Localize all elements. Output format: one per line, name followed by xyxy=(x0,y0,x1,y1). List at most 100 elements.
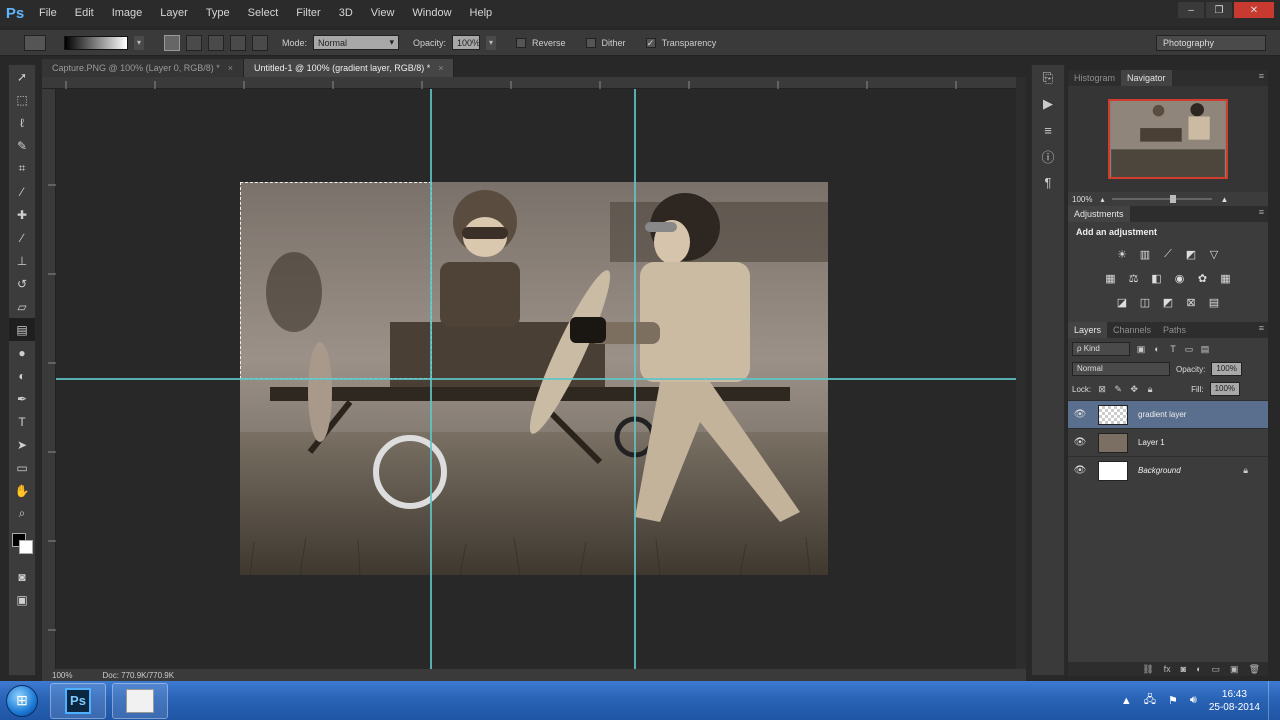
new-adjustment-icon[interactable]: ◐ xyxy=(1196,664,1201,674)
channel-mixer-icon[interactable]: ✿ xyxy=(1196,271,1210,285)
lock-image-icon[interactable]: ✎ xyxy=(1113,384,1123,394)
panel-menu-icon[interactable]: ≡ xyxy=(1259,207,1264,217)
angle-gradient-button[interactable] xyxy=(208,34,224,51)
black-white-icon[interactable]: ◧ xyxy=(1150,271,1164,285)
eye-icon[interactable]: 👁︎ xyxy=(1068,409,1092,420)
tab-channels[interactable]: Channels xyxy=(1107,322,1157,338)
reflected-gradient-button[interactable] xyxy=(230,34,246,51)
panel-menu-icon[interactable]: ≡ xyxy=(1259,323,1264,333)
clock[interactable]: 16:43 25-08-2014 xyxy=(1209,688,1260,714)
gradient-tool-icon[interactable]: ▤ xyxy=(9,318,35,341)
zoom-slider[interactable] xyxy=(1112,195,1213,203)
navigator-zoom-value[interactable]: 100% xyxy=(1072,195,1092,204)
menu-select[interactable]: Select xyxy=(239,0,288,26)
lock-position-icon[interactable]: ✥ xyxy=(1129,384,1139,394)
restore-button[interactable]: ❐ xyxy=(1206,2,1232,18)
gradient-preview[interactable] xyxy=(64,35,128,50)
clone-stamp-tool-icon[interactable]: ⊥ xyxy=(9,249,35,272)
dodge-tool-icon[interactable]: ◐ xyxy=(9,364,35,387)
menu-file[interactable]: File xyxy=(30,0,66,26)
curves-icon[interactable]: ⟋ xyxy=(1161,247,1175,261)
selective-color-icon[interactable]: ⊠ xyxy=(1184,295,1198,309)
diamond-gradient-button[interactable] xyxy=(252,34,268,51)
pen-tool-icon[interactable]: ✒ xyxy=(9,387,35,410)
info-panel-icon[interactable]: ⓘ xyxy=(1032,143,1064,169)
type-tool-icon[interactable]: T xyxy=(9,410,35,433)
tab-untitled[interactable]: Untitled-1 @ 100% (gradient layer, RGB/8… xyxy=(243,59,455,77)
tab-paths[interactable]: Paths xyxy=(1157,322,1192,338)
close-button[interactable]: ✕ xyxy=(1234,2,1274,18)
hand-tool-icon[interactable]: ✋ xyxy=(9,479,35,502)
brightness-contrast-icon[interactable]: ☀ xyxy=(1115,247,1129,261)
add-mask-icon[interactable]: ◙ xyxy=(1181,664,1186,674)
hue-saturation-icon[interactable]: ▦ xyxy=(1104,271,1118,285)
fx-icon[interactable]: fx xyxy=(1164,664,1171,674)
threshold-icon[interactable]: ◩ xyxy=(1161,295,1175,309)
photo-filter-icon[interactable]: ◉ xyxy=(1173,271,1187,285)
transparency-checkbox[interactable]: ✓ xyxy=(645,37,656,48)
opacity-field[interactable]: 100% xyxy=(1211,362,1242,376)
network-icon[interactable]: 🖧︎ xyxy=(1144,691,1156,710)
tab-layers[interactable]: Layers xyxy=(1068,322,1108,338)
close-icon[interactable]: × xyxy=(438,63,443,73)
fill-field[interactable]: 100% xyxy=(1209,382,1241,396)
shape-filter-icon[interactable]: ▭ xyxy=(1184,344,1194,354)
menu-3d[interactable]: 3D xyxy=(330,0,362,26)
zoom-out-icon[interactable]: ▴ xyxy=(1100,195,1104,204)
actions-panel-icon[interactable]: ▶ xyxy=(1032,91,1064,117)
menu-layer[interactable]: Layer xyxy=(151,0,197,26)
layer-row[interactable]: 👁︎ Background 🔒︎ xyxy=(1068,456,1268,484)
quick-mask-icon[interactable]: ◙ xyxy=(9,565,35,588)
taskbar-photoshop[interactable]: Ps xyxy=(50,682,106,719)
mode-select[interactable]: Normal ▾ xyxy=(313,35,400,50)
canvas-area[interactable] xyxy=(56,89,1026,669)
menu-edit[interactable]: Edit xyxy=(66,0,103,26)
eye-icon[interactable]: 👁︎ xyxy=(1068,437,1092,448)
adjustment-filter-icon[interactable]: ◐ xyxy=(1152,344,1162,354)
kind-filter-select[interactable]: ρ Kind xyxy=(1072,342,1130,356)
trash-icon[interactable]: 🗑︎ xyxy=(1249,664,1260,675)
menu-help[interactable]: Help xyxy=(461,0,502,26)
menu-window[interactable]: Window xyxy=(403,0,460,26)
radial-gradient-button[interactable] xyxy=(186,34,202,51)
move-tool-icon[interactable]: ➚ xyxy=(9,65,35,88)
tab-capture[interactable]: Capture.PNG @ 100% (Layer 0, RGB/8) * × xyxy=(42,59,244,77)
taskbar-explorer[interactable] xyxy=(112,682,168,719)
close-icon[interactable]: × xyxy=(228,63,233,73)
screen-mode-icon[interactable]: ▣ xyxy=(9,588,35,611)
menu-view[interactable]: View xyxy=(362,0,404,26)
lock-all-icon[interactable]: 🔒︎ xyxy=(1145,384,1155,394)
color-lookup-icon[interactable]: ▦ xyxy=(1219,271,1233,285)
color-balance-icon[interactable]: ⚖ xyxy=(1127,271,1141,285)
zoom-slider-knob[interactable] xyxy=(1170,195,1177,203)
exposure-icon[interactable]: ◩ xyxy=(1184,247,1198,261)
show-desktop-button[interactable] xyxy=(1268,681,1280,720)
image-filter-icon[interactable]: ▣ xyxy=(1136,344,1146,354)
layer-row[interactable]: 👁︎ Layer 1 xyxy=(1068,428,1268,456)
tab-adjustments[interactable]: Adjustments xyxy=(1068,206,1130,222)
new-group-icon[interactable]: ▭ xyxy=(1212,664,1221,675)
horizontal-ruler[interactable] xyxy=(42,77,1026,89)
panel-menu-icon[interactable]: ≡ xyxy=(1259,71,1264,81)
shape-tool-icon[interactable]: ▭ xyxy=(9,456,35,479)
gradient-map-icon[interactable]: ▤ xyxy=(1207,295,1221,309)
zoom-tool-icon[interactable]: ⌕ xyxy=(9,502,35,525)
levels-icon[interactable]: ▥ xyxy=(1138,247,1152,261)
volume-icon[interactable]: 🔊︎ xyxy=(1190,694,1197,707)
vertical-ruler[interactable] xyxy=(42,89,56,669)
smart-object-filter-icon[interactable]: ▤ xyxy=(1200,344,1210,354)
brush-tool-icon[interactable]: ∕ xyxy=(9,226,35,249)
navigator-view-box[interactable] xyxy=(1108,99,1228,179)
workspace-select[interactable]: Photography xyxy=(1156,35,1266,51)
type-filter-icon[interactable]: T xyxy=(1168,344,1178,354)
layer-row[interactable]: 👁︎ gradient layer xyxy=(1068,400,1268,428)
tool-preset-picker[interactable] xyxy=(24,34,46,51)
linear-gradient-button[interactable] xyxy=(164,34,180,51)
path-selection-tool-icon[interactable]: ➤ xyxy=(9,433,35,456)
lasso-tool-icon[interactable]: ℓ xyxy=(9,111,35,134)
link-layers-icon[interactable]: ⛓ xyxy=(1142,664,1153,675)
posterize-icon[interactable]: ◫ xyxy=(1138,295,1152,309)
properties-panel-icon[interactable]: ≡ xyxy=(1032,117,1064,143)
vertical-scrollbar[interactable] xyxy=(1016,77,1026,669)
menu-filter[interactable]: Filter xyxy=(287,0,329,26)
